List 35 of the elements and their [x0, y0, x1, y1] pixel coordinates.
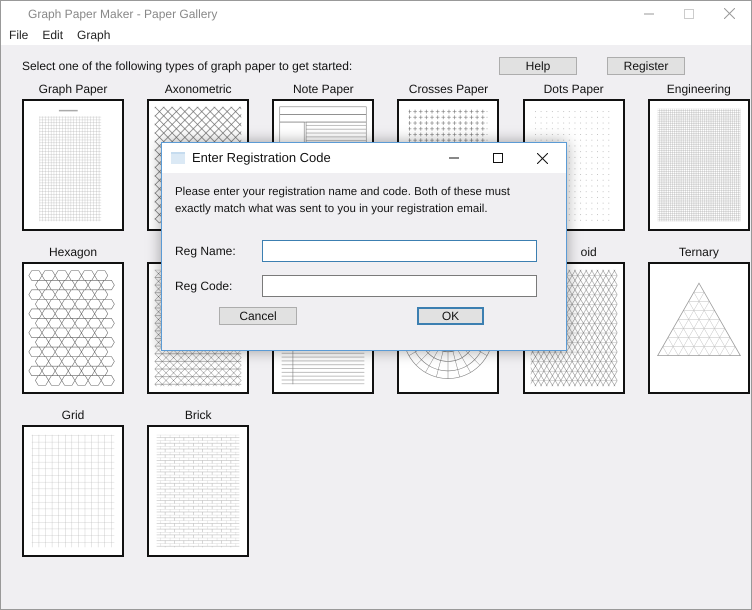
- paper-thumbnail[interactable]: [648, 99, 750, 231]
- paper-thumbnail[interactable]: [648, 262, 750, 394]
- window-icon: [171, 152, 185, 164]
- field-label: Reg Name:: [175, 243, 237, 260]
- field-label: Reg Code:: [175, 278, 234, 295]
- paper-thumbnail[interactable]: [147, 425, 250, 557]
- paper-label: Ternary: [678, 244, 719, 261]
- paper-thumbnail[interactable]: [22, 262, 124, 394]
- window-title: Graph Paper Maker - Paper Gallery: [28, 6, 218, 22]
- dialog-button[interactable]: Help: [499, 57, 577, 75]
- paper-label: Graph Paper: [38, 81, 108, 98]
- paper-label: Dots Paper: [544, 81, 604, 98]
- paper-thumbnail[interactable]: [22, 425, 124, 557]
- dialog-button[interactable]: Register: [607, 57, 685, 75]
- paper-label: Crosses Paper: [408, 81, 488, 98]
- menu-item[interactable]: Edit: [42, 26, 64, 44]
- paper-thumbnail[interactable]: [22, 99, 124, 231]
- dialog-button[interactable]: Cancel: [219, 307, 297, 325]
- paper-label: Brick: [184, 407, 212, 424]
- maximize-icon[interactable]: [493, 153, 503, 163]
- paper-label: Hexagon: [48, 244, 98, 261]
- paper-label: Engineering: [666, 81, 731, 98]
- paper-label: oid: [580, 244, 597, 261]
- instruction-text: Select one of the following types of graph paper to get started:: [22, 58, 352, 75]
- paper-label: Grid: [62, 407, 84, 424]
- paper-label: Note Paper: [292, 81, 354, 98]
- dialog-message: Please enter your registration name and code. Both of these must exactly match what was sent to you in your registration email.: [175, 185, 511, 217]
- menu-item[interactable]: Graph: [77, 26, 110, 44]
- menu-item[interactable]: File: [9, 26, 28, 44]
- paper-label: Axonometric: [164, 81, 232, 98]
- text-field[interactable]: [262, 240, 537, 262]
- dialog-title: Enter Registration Code: [192, 149, 331, 168]
- dialog-button[interactable]: OK: [417, 307, 484, 325]
- close-icon[interactable]: [537, 152, 548, 164]
- text-field[interactable]: [262, 275, 537, 297]
